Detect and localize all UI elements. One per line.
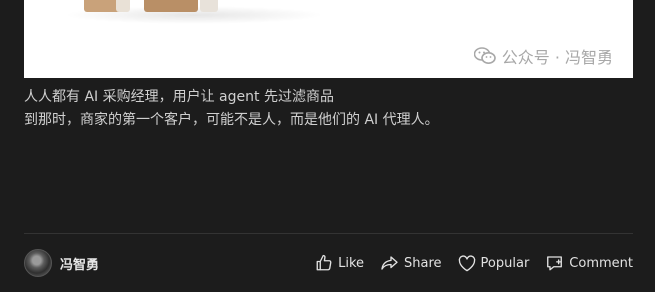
comment-icon [545, 254, 564, 272]
watermark-text: 公众号 · 冯智勇 [501, 48, 613, 67]
divider [24, 233, 633, 234]
author-info[interactable]: 冯智勇 [24, 249, 99, 277]
popular-button[interactable]: Popular [458, 254, 530, 272]
share-label: Share [404, 255, 442, 271]
author-name[interactable]: 冯智勇 [60, 254, 99, 273]
avatar[interactable] [24, 249, 52, 277]
wechat-icon [473, 47, 496, 65]
caption-line: 到那时，商家的第一个客户，可能不是人，而是他们的 AI 代理人。 [24, 112, 439, 128]
thumbs-up-icon [315, 254, 333, 272]
comment-label: Comment [569, 255, 633, 271]
article-image: 公众号 · 冯智勇 [24, 0, 633, 78]
product-label [200, 0, 218, 12]
popular-label: Popular [480, 255, 530, 271]
image-watermark: 公众号 · 冯智勇 [473, 44, 613, 68]
like-button[interactable]: Like [315, 254, 364, 272]
post-actions: Like Share Popular Comment [315, 254, 633, 272]
like-label: Like [338, 255, 365, 271]
comment-button[interactable]: Comment [545, 254, 633, 272]
post-footer: 冯智勇 Like Share Popular Comment [24, 248, 633, 278]
product-box [144, 0, 198, 12]
heart-icon [458, 254, 476, 272]
share-icon [380, 254, 399, 272]
article-caption: 人人都有 AI 采购经理，用户让 agent 先过滤商品 到那时，商家的第一个客… [24, 86, 633, 132]
product-label [116, 0, 130, 12]
share-button[interactable]: Share [380, 254, 442, 272]
caption-line: 人人都有 AI 采购经理，用户让 agent 先过滤商品 [24, 89, 334, 105]
